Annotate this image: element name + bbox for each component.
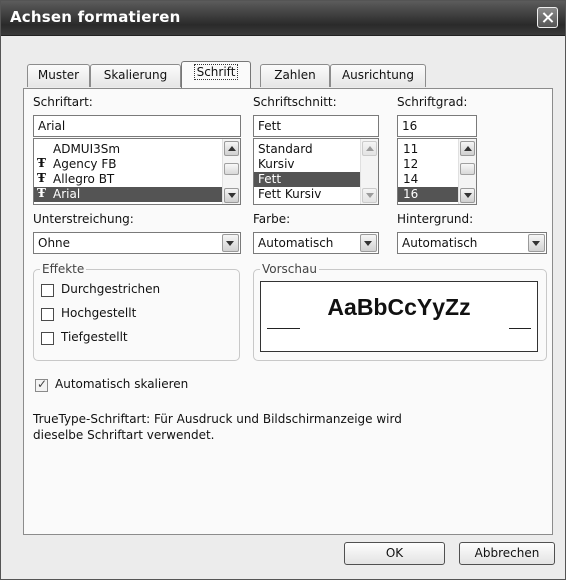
preview-group: Vorschau AaBbCcYyZz	[253, 262, 547, 361]
dialog-title: Achsen formatieren	[10, 8, 181, 26]
effects-group-title: Effekte	[40, 262, 87, 276]
size-list-item[interactable]: 11	[398, 142, 460, 157]
chevron-down-icon	[532, 241, 540, 246]
truetype-icon: Ŧ	[37, 156, 46, 170]
truetype-icon: Ŧ	[37, 186, 46, 200]
arrow-down-icon	[366, 193, 374, 198]
scroll-down-button[interactable]	[362, 188, 377, 203]
scroll-down-button[interactable]	[460, 188, 475, 203]
arrow-up-icon	[464, 146, 472, 151]
subscript-checkbox[interactable]	[41, 332, 54, 345]
color-label: Farbe:	[253, 212, 291, 226]
autoscale-checkbox[interactable]	[35, 377, 48, 392]
font-input[interactable]: Arial	[33, 115, 241, 137]
font-list-item-selected[interactable]: Ŧ Arial	[34, 187, 224, 202]
preview-box: AaBbCcYyZz	[260, 281, 538, 352]
style-list[interactable]: Standard Kursiv Fett Fett Kursiv	[253, 138, 379, 205]
color-value: Automatisch	[258, 236, 334, 250]
background-dropdown-button[interactable]	[528, 234, 545, 252]
underline-label: Unterstreichung:	[33, 212, 134, 226]
scroll-thumb[interactable]	[460, 163, 475, 175]
preview-baseline-right	[509, 328, 531, 329]
size-list-scrollbar[interactable]	[458, 139, 476, 204]
tab-ausrichtung[interactable]: Ausrichtung	[330, 64, 426, 87]
size-label: Schriftgrad:	[397, 95, 468, 109]
tab-label: Zahlen	[274, 68, 316, 82]
font-list[interactable]: ADMUI3Sm Ŧ Agency FB Ŧ Allegro BT Ŧ Aria…	[33, 138, 241, 205]
font-item-label: Agency FB	[53, 157, 117, 171]
background-select[interactable]: Automatisch	[397, 232, 547, 254]
color-select[interactable]: Automatisch	[253, 232, 379, 254]
ok-button[interactable]: OK	[344, 542, 445, 565]
font-item-label: Allegro BT	[53, 172, 115, 186]
tab-label: Muster	[37, 68, 80, 82]
style-list-scrollbar[interactable]	[360, 139, 378, 204]
scroll-up-button[interactable]	[460, 141, 475, 156]
underline-dropdown-button[interactable]	[222, 234, 239, 252]
scroll-thumb[interactable]	[224, 163, 239, 175]
size-list-item[interactable]: 14	[398, 172, 460, 187]
font-list-item[interactable]: Ŧ Agency FB	[34, 157, 224, 172]
style-list-item[interactable]: Kursiv	[254, 157, 362, 172]
tab-schrift[interactable]: Schrift	[181, 61, 251, 88]
tab-label: Ausrichtung	[341, 68, 415, 82]
effects-group: Effekte Durchgestrichen Hochgestellt Tie…	[33, 262, 240, 361]
background-value: Automatisch	[402, 236, 478, 250]
size-list-item[interactable]: 12	[398, 157, 460, 172]
preview-baseline-left	[267, 328, 300, 329]
underline-value: Ohne	[38, 236, 71, 250]
tab-label: Skalierung	[103, 68, 168, 82]
superscript-label: Hochgestellt	[61, 306, 137, 320]
format-axis-dialog: Achsen formatieren Schriftart: Arial ADM…	[0, 0, 566, 580]
chevron-down-icon	[364, 241, 372, 246]
scroll-up-button[interactable]	[224, 141, 239, 156]
background-label: Hintergrund:	[397, 212, 474, 226]
strikethrough-checkbox[interactable]	[41, 284, 54, 297]
style-list-item[interactable]: Standard	[254, 142, 362, 157]
style-list-item[interactable]: Fett Kursiv	[254, 187, 362, 202]
font-list-item[interactable]: ADMUI3Sm	[34, 142, 224, 157]
scroll-up-button[interactable]	[362, 141, 377, 156]
font-item-label: Arial	[53, 187, 81, 201]
tab-label: Schrift	[193, 64, 239, 80]
preview-sample-text: AaBbCcYyZz	[327, 294, 471, 320]
arrow-up-icon	[366, 146, 374, 151]
style-label: Schriftschnitt:	[253, 95, 337, 109]
tab-muster[interactable]: Muster	[27, 64, 90, 87]
close-button[interactable]	[537, 7, 558, 28]
arrow-down-icon	[464, 193, 472, 198]
font-info-text: TrueType-Schriftart: Für Ausdruck und Bi…	[33, 412, 402, 442]
truetype-icon: Ŧ	[37, 171, 46, 185]
tab-panel-schrift: Schriftart: Arial ADMUI3Sm Ŧ Agency FB Ŧ…	[23, 88, 553, 535]
title-bar[interactable]: Achsen formatieren	[1, 1, 565, 36]
font-label: Schriftart:	[33, 95, 93, 109]
superscript-checkbox[interactable]	[41, 308, 54, 321]
strikethrough-label: Durchgestrichen	[61, 282, 161, 296]
tab-zahlen[interactable]: Zahlen	[260, 64, 330, 87]
arrow-down-icon	[228, 193, 236, 198]
color-dropdown-button[interactable]	[360, 234, 377, 252]
preview-group-title: Vorschau	[260, 262, 319, 276]
size-list-item-selected[interactable]: 16	[398, 187, 460, 202]
font-list-item[interactable]: Ŧ Allegro BT	[34, 172, 224, 187]
chevron-down-icon	[226, 241, 234, 246]
autoscale-label: Automatisch skalieren	[55, 377, 189, 391]
scroll-down-button[interactable]	[224, 188, 239, 203]
arrow-up-icon	[228, 146, 236, 151]
tab-skalierung[interactable]: Skalierung	[90, 64, 181, 87]
underline-select[interactable]: Ohne	[33, 232, 241, 254]
style-list-item-selected[interactable]: Fett	[254, 172, 362, 187]
size-input[interactable]: 16	[397, 115, 477, 137]
size-list[interactable]: 11 12 14 16	[397, 138, 477, 205]
font-list-scrollbar[interactable]	[222, 139, 240, 204]
cancel-button[interactable]: Abbrechen	[459, 542, 555, 565]
font-item-label: ADMUI3Sm	[53, 142, 121, 156]
subscript-label: Tiefgestellt	[61, 330, 128, 344]
style-input[interactable]: Fett	[253, 115, 379, 137]
